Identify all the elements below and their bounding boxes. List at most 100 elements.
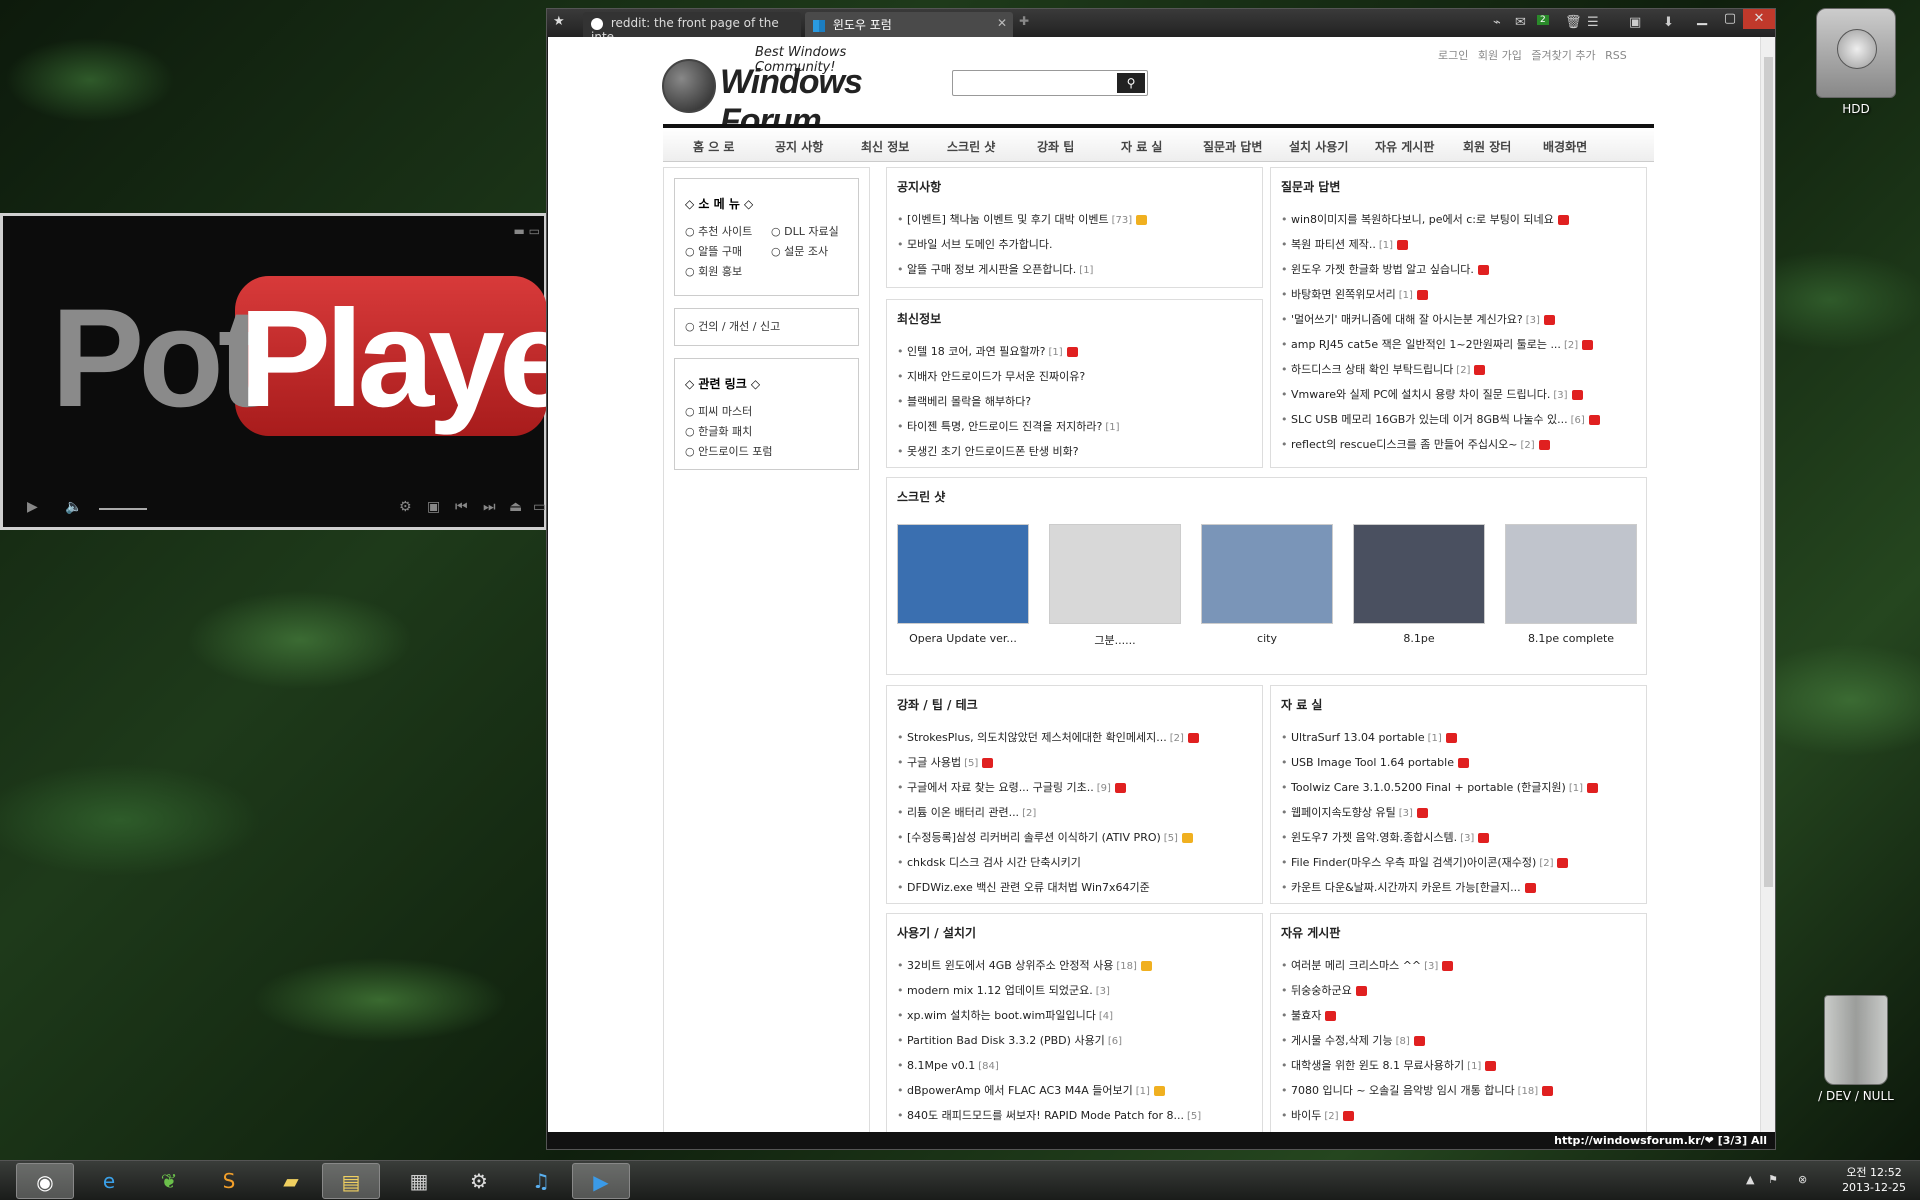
post-title[interactable]: 구글에서 자료 찾는 요령... 구글링 기초.. (907, 781, 1094, 794)
mail-icon[interactable]: ✉ (1515, 15, 1526, 30)
trash-desktop-icon[interactable]: / DEV / NULL (1808, 995, 1904, 1103)
taskbar-evernote-icon[interactable]: ❦ (140, 1163, 198, 1199)
post-title[interactable]: 윈도우7 가젯 음악.영화.종합시스템. (1291, 831, 1457, 844)
post-title[interactable]: 대학생을 위한 윈도 8.1 무료사용하기 (1291, 1059, 1464, 1072)
bookmark-star-icon[interactable]: ★ (553, 14, 565, 29)
rss-icon[interactable]: ⌁ (1493, 15, 1501, 30)
review-post-item[interactable]: modern mix 1.12 업데이트 되었군요.[3] (897, 978, 1262, 1003)
qna-post-item[interactable]: '멀어쓰기' 매커니즘에 대해 잘 아시는분 계신가요?[3] (1281, 307, 1646, 332)
eject-icon[interactable]: ⏏ (509, 499, 522, 515)
post-title[interactable]: 카운트 다운&날짜.시간까지 카운트 가능[한글지... (1291, 881, 1521, 894)
post-title[interactable]: 모바일 서브 도메인 추가합니다. (907, 238, 1053, 251)
screenshot-image[interactable] (1201, 524, 1333, 624)
system-clock[interactable]: 오전 12:52 2013-12-25 (1842, 1165, 1906, 1195)
post-title[interactable]: 블랙베리 몰락을 해부하다? (907, 395, 1031, 408)
post-title[interactable]: 못생긴 초기 안드로이드폰 탄생 비화? (907, 445, 1079, 458)
capture-icon[interactable]: ▣ (427, 499, 440, 515)
post-title[interactable]: modern mix 1.12 업데이트 되었군요. (907, 984, 1093, 997)
post-title[interactable]: Toolwiz Care 3.1.0.5200 Final + portable… (1291, 781, 1566, 794)
post-title[interactable]: 인텔 18 코어, 과연 필요할까? (907, 345, 1046, 358)
post-title[interactable]: 리튬 이온 배터리 관련... (907, 806, 1019, 819)
notice-post-item[interactable]: [이벤트] 책나눔 이벤트 및 후기 대박 이벤트[73] (897, 207, 1262, 232)
post-title[interactable]: 바탕화면 왼쪽위모서리 (1291, 288, 1396, 301)
post-title[interactable]: 구글 사용법 (907, 756, 961, 769)
tips-post-item[interactable]: StrokesPlus, 의도치않았던 제스처에대한 확인메세지...[2] (897, 725, 1262, 750)
site-logo[interactable]: Best Windows Community! Windows Forum (660, 45, 920, 140)
tab-windowsforum[interactable]: 윈도우 포럼 ✕ (805, 12, 1013, 37)
tips-post-item[interactable]: chkdsk 디스크 검사 시간 단축시키기 (897, 850, 1262, 875)
post-title[interactable]: 지배자 안드로이드가 무서운 진짜이유? (907, 370, 1085, 383)
latest-post-item[interactable]: 인텔 18 코어, 과연 필요할까?[1] (897, 339, 1262, 364)
tray-close-icon[interactable]: ⊗ (1798, 1173, 1807, 1186)
post-title[interactable]: dBpowerAmp 에서 FLAC AC3 M4A 들어보기 (907, 1084, 1133, 1097)
qna-post-item[interactable]: amp RJ45 cat5e 잭은 일반적인 1~2만원짜리 툴로는 ...[2… (1281, 332, 1646, 357)
screenshot-caption[interactable]: Opera Update ver... (897, 632, 1029, 645)
post-title[interactable]: 32비트 윈도에서 4GB 상위주소 안정적 사용 (907, 959, 1113, 972)
tips-post-item[interactable]: 리튬 이온 배터리 관련...[2] (897, 800, 1262, 825)
post-title[interactable]: 알뜰 구매 정보 게시판을 오픈합니다. (907, 263, 1076, 276)
potplayer-window-controls[interactable]: ▬ ▭ (514, 224, 541, 238)
pds-post-item[interactable]: UltraSurf 13.04 portable[1] (1281, 725, 1646, 750)
post-title[interactable]: UltraSurf 13.04 portable (1291, 731, 1425, 744)
suggest-link[interactable]: 건의 / 개선 / 신고 (685, 319, 848, 335)
volume-icon[interactable]: 🔈 (65, 499, 82, 515)
trash-icon[interactable]: 🗑 (1565, 15, 1582, 30)
search-input[interactable]: ⚲ (952, 70, 1148, 96)
nav-screenshots[interactable]: 스크린 샷 (947, 138, 995, 155)
taskbar-explorer-icon[interactable]: ▤ (322, 1163, 380, 1199)
pds-post-item[interactable]: USB Image Tool 1.64 portable (1281, 750, 1646, 775)
screen-icon[interactable]: ▣ (1629, 15, 1641, 30)
qna-post-item[interactable]: reflect의 rescue디스크를 좀 만들어 주십시오~[2] (1281, 432, 1646, 457)
potplayer-window[interactable]: ▬ ▭ Pot Player ▶ 🔈 ⚙ ▣ ⏮ ⏭ ⏏ ▭ (0, 213, 623, 530)
post-title[interactable]: 바이두 (1291, 1109, 1321, 1122)
close-window-button[interactable]: ✕ (1743, 9, 1775, 29)
screenshot-caption[interactable]: city (1201, 632, 1333, 645)
extension-badge-icon[interactable]: 2 (1537, 15, 1549, 25)
post-title[interactable]: StrokesPlus, 의도치않았던 제스처에대한 확인메세지... (907, 731, 1167, 744)
tray-arrow-icon[interactable]: ▲ (1746, 1173, 1754, 1186)
post-title[interactable]: chkdsk 디스크 검사 시간 단축시키기 (907, 856, 1081, 869)
taskbar-folder-icon[interactable]: ▰ (262, 1163, 320, 1199)
review-post-item[interactable]: 840도 래피드모드를 써보자! RAPID Mode Patch for 8.… (897, 1103, 1262, 1128)
free-post-item[interactable]: 대학생을 위한 윈도 8.1 무료사용하기[1] (1281, 1053, 1646, 1078)
screenshot-thumb[interactable]: 8.1pe (1353, 524, 1485, 645)
qna-post-item[interactable]: 하드디스크 상태 확인 부탁드립니다[2] (1281, 357, 1646, 382)
post-title[interactable]: 8.1Mpe v0.1 (907, 1059, 975, 1072)
free-post-item[interactable]: 불효자 (1281, 1003, 1646, 1028)
related-korean-patch[interactable]: 한글화 패치 (685, 422, 858, 442)
review-post-item[interactable]: 8.1Mpe v0.1[84] (897, 1053, 1262, 1078)
post-title[interactable]: 7080 입니다 ~ 오솔길 음악방 임시 개통 합니다 (1291, 1084, 1515, 1097)
menu-survey[interactable]: 설문 조사 (771, 242, 828, 262)
post-title[interactable]: 타이젠 특명, 안드로이드 진격을 저지하라? (907, 420, 1102, 433)
screenshot-caption[interactable]: 그분...... (1049, 632, 1181, 648)
related-pcmaster[interactable]: 피씨 마스터 (685, 402, 858, 422)
notice-post-item[interactable]: 알뜰 구매 정보 게시판을 오픈합니다.[1] (897, 257, 1262, 282)
nav-wallpaper[interactable]: 배경화면 (1543, 138, 1587, 155)
search-button[interactable]: ⚲ (1117, 73, 1145, 93)
latest-post-item[interactable]: 타이젠 특명, 안드로이드 진격을 저지하라?[1] (897, 414, 1262, 439)
latest-post-item[interactable]: 못생긴 초기 안드로이드폰 탄생 비화? (897, 439, 1262, 464)
new-tab-icon[interactable]: ✚ (1019, 14, 1029, 28)
review-post-item[interactable]: Partition Bad Disk 3.3.2 (PBD) 사용기[6] (897, 1028, 1262, 1053)
qna-post-item[interactable]: 윈도우 가젯 한글화 방법 알고 싶습니다. (1281, 257, 1646, 282)
taskbar-ie-icon[interactable]: e (80, 1163, 138, 1199)
favorite-link[interactable]: 즐겨찾기 추가 (1531, 49, 1595, 62)
post-title[interactable]: SLC USB 메모리 16GB가 있는데 이거 8GB씩 나눌수 있... (1291, 413, 1568, 426)
screenshot-caption[interactable]: 8.1pe complete (1505, 632, 1637, 645)
tips-post-item[interactable]: [수정등록]삼성 리커버리 솔루션 이식하기 (ATIV PRO)[5] (897, 825, 1262, 850)
post-title[interactable]: 복원 파티션 제작.. (1291, 238, 1376, 251)
qna-post-item[interactable]: 바탕화면 왼쪽위모서리[1] (1281, 282, 1646, 307)
pds-post-item[interactable]: 웹페이지속도향상 유틸[3] (1281, 800, 1646, 825)
post-title[interactable]: DFDWiz.exe 백신 관련 오류 대처법 Win7x64기준 (907, 881, 1150, 894)
screenshot-image[interactable] (897, 524, 1029, 624)
pds-post-item[interactable]: File Finder(마우스 우측 파일 검색기)아이콘(재수정)[2] (1281, 850, 1646, 875)
notes-icon[interactable]: ☰ (1587, 15, 1599, 30)
post-title[interactable]: Vmware와 실제 PC에 설치시 용량 차이 질문 드립니다. (1291, 388, 1550, 401)
post-title[interactable]: Partition Bad Disk 3.3.2 (PBD) 사용기 (907, 1034, 1105, 1047)
post-title[interactable]: 840도 래피드모드를 써보자! RAPID Mode Patch for 8.… (907, 1109, 1184, 1122)
minimize-button[interactable]: ▁ (1687, 9, 1717, 29)
taskbar-taskmgr-icon[interactable]: ▦ (390, 1163, 448, 1199)
nav-market[interactable]: 회원 장터 (1463, 138, 1511, 155)
nav-latest[interactable]: 최신 정보 (861, 138, 909, 155)
post-title[interactable]: reflect의 rescue디스크를 좀 만들어 주십시오~ (1291, 438, 1517, 451)
